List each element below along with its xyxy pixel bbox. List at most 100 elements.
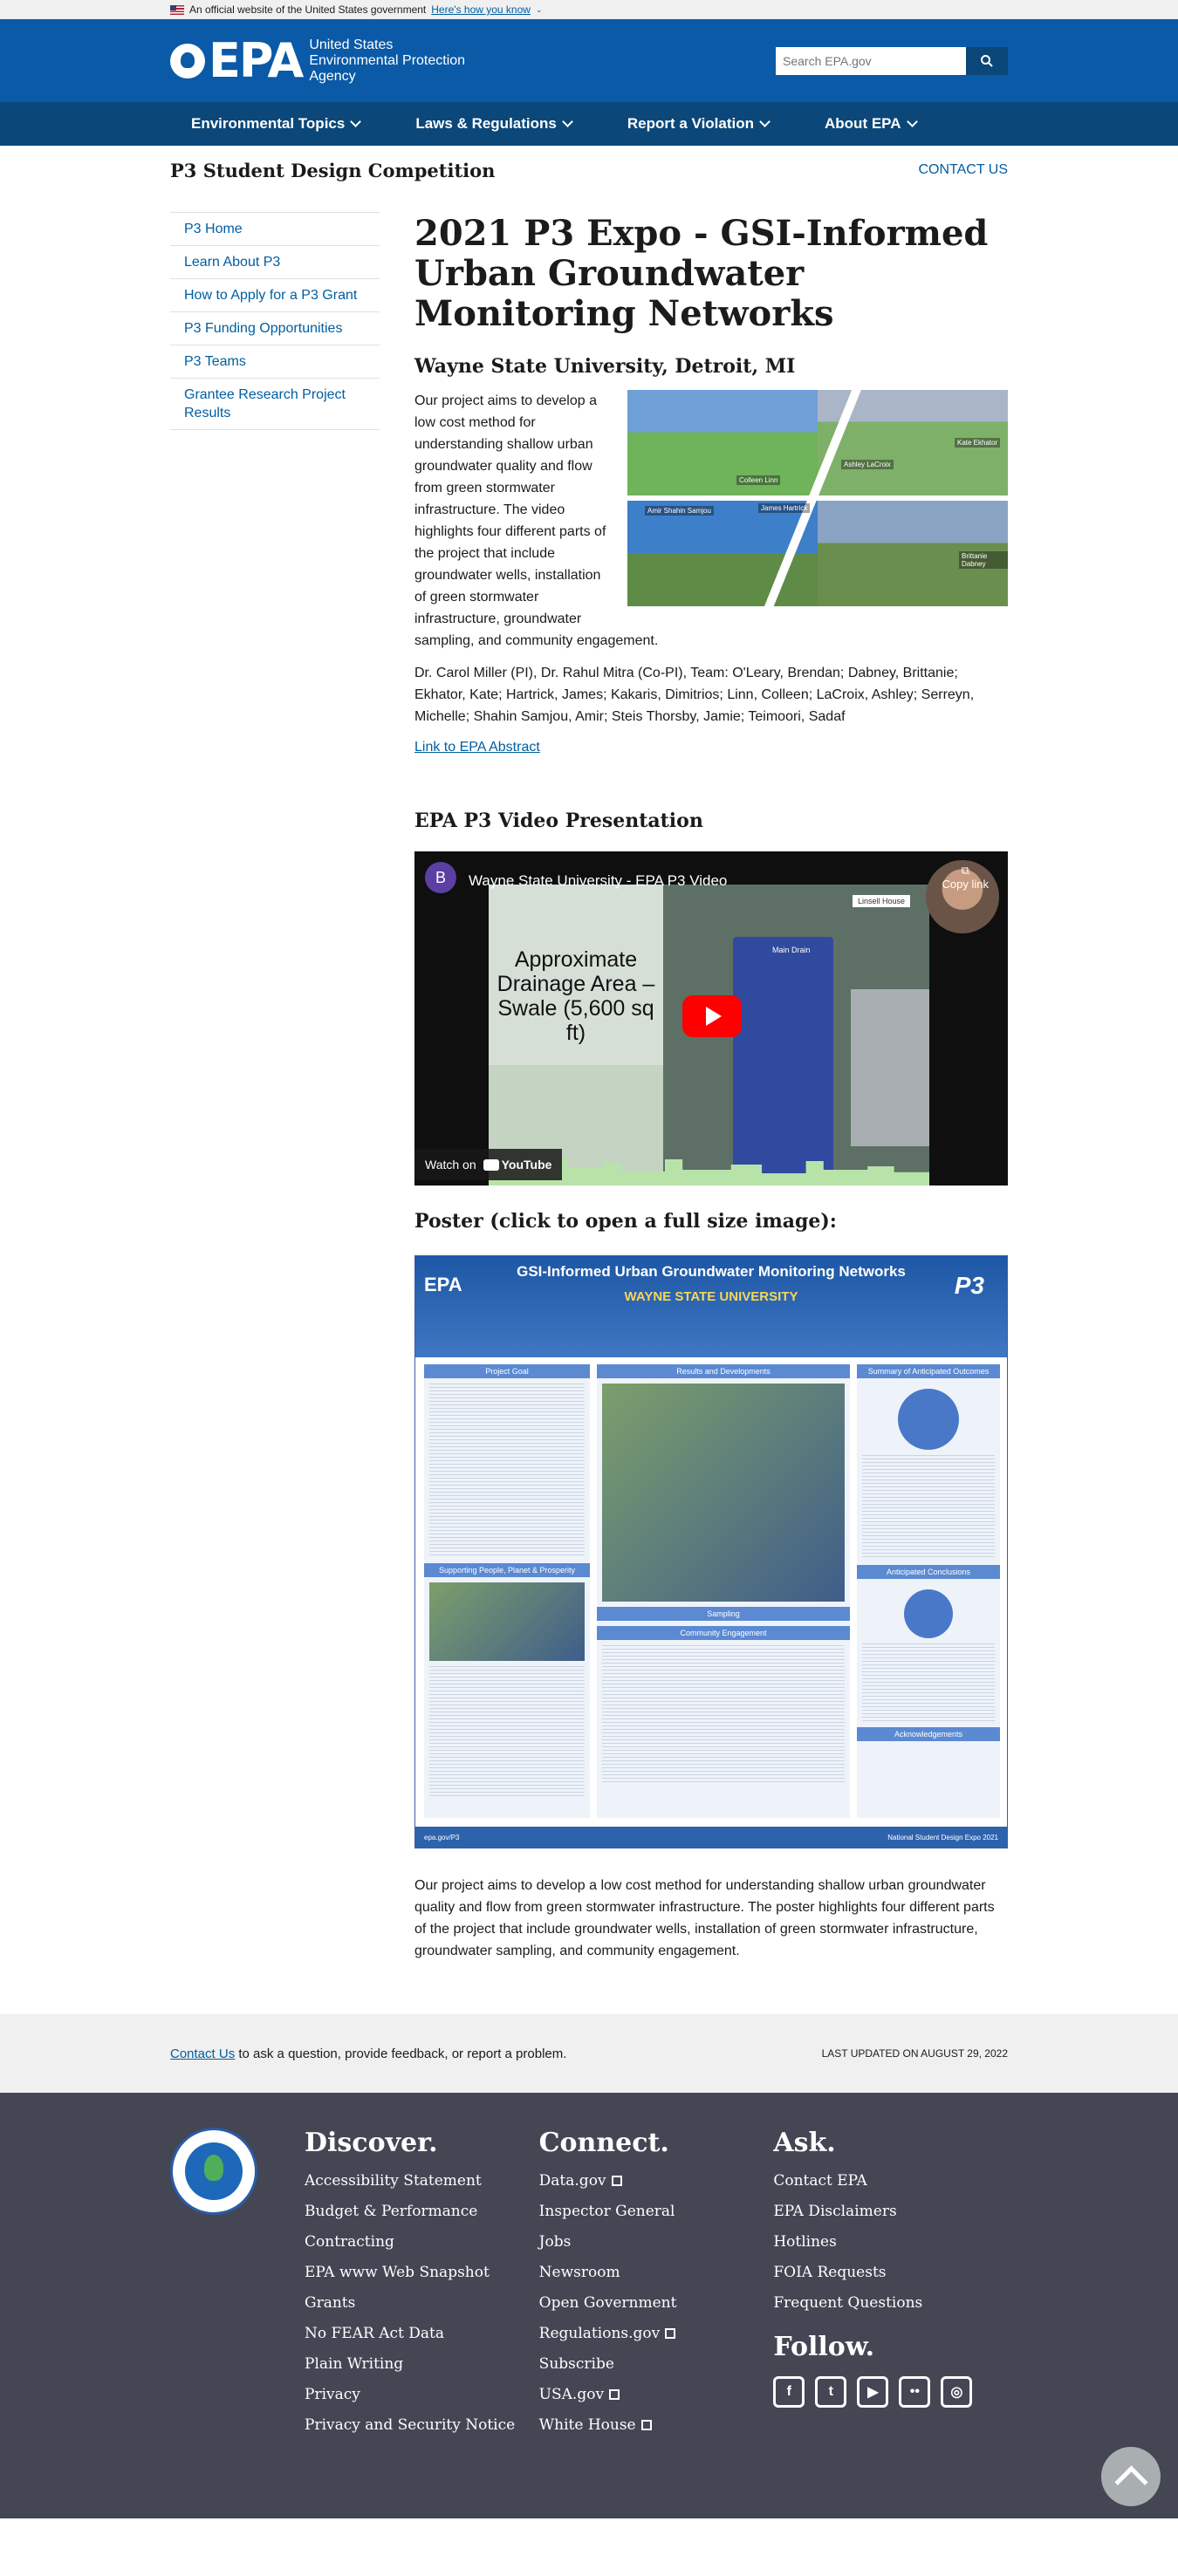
youtube-icon[interactable]: ▶ [857,2376,889,2408]
chevron-down-icon [906,116,918,127]
instagram-icon[interactable]: ◎ [941,2376,973,2408]
sidebar-item-funding-opportunities[interactable]: P3 Funding Opportunities [170,311,380,345]
footer-ask: Ask. Contact EPA EPA Disclaimers Hotline… [773,2128,1008,2447]
epa-logo[interactable]: EPA United States Environmental Protecti… [170,37,466,85]
footer-link[interactable]: No FEAR Act Data [305,2325,539,2343]
map-label: Linsell House [852,895,910,907]
poster-description: Our project aims to develop a low cost m… [414,1878,995,1958]
contact-us-link[interactable]: CONTACT US [918,162,1008,178]
watch-on-youtube-button[interactable]: Watch on YouTube [414,1149,563,1180]
site-footer: Discover. Accessibility Statement Budget… [0,2093,1178,2518]
video-title[interactable]: Wayne State University - EPA P3 Video [469,872,727,890]
external-link-icon [611,2176,622,2186]
photo-caption: Brittanie Dabney [959,551,1008,569]
channel-avatar[interactable]: B [425,862,456,893]
microsite-title[interactable]: P3 Student Design Competition [170,160,495,181]
team-members: Dr. Carol Miller (PI), Dr. Rahul Mitra (… [414,666,975,724]
footer-link[interactable]: Inspector General [539,2203,774,2221]
footer-link[interactable]: Newsroom [539,2264,774,2282]
footer-link[interactable]: Budget & Performance [305,2203,539,2221]
back-to-top-button[interactable] [1101,2447,1161,2506]
footer-link[interactable]: Privacy and Security Notice [305,2416,539,2435]
footer-connect: Connect. Data.gov Inspector General Jobs… [539,2128,774,2447]
flickr-icon[interactable]: •• [899,2376,931,2408]
search-button[interactable] [966,46,1008,75]
sidebar-nav: P3 Home Learn About P3 How to Apply for … [170,212,380,2014]
footer-discover: Discover. Accessibility Statement Budget… [305,2128,539,2447]
sidebar-item-grantee-results[interactable]: Grantee Research Project Results [170,378,380,430]
copy-link-button[interactable]: ⧉ Copy link [942,864,989,891]
social-links: f t ▶ •• ◎ [773,2376,1008,2408]
gov-banner: An official website of the United States… [0,0,1178,19]
sidebar-item-how-to-apply[interactable]: How to Apply for a P3 Grant [170,278,380,311]
external-link-icon [640,2420,652,2430]
chevron-down-icon: ⌄ [535,4,543,14]
site-header: EPA United States Environmental Protecti… [0,19,1178,102]
slide-text: Approximate Drainage Area – Swale (5,600… [497,947,655,1045]
footer-link[interactable]: Frequent Questions [773,2294,1008,2313]
main-content: 2021 P3 Expo - GSI-Informed Urban Ground… [414,212,1008,2014]
chevron-down-icon [561,116,573,127]
page-footer-bar: Contact Us to ask a question, provide fe… [0,2014,1178,2093]
play-button[interactable] [682,995,742,1037]
footer-link[interactable]: Contracting [305,2233,539,2251]
external-link-icon [665,2328,676,2339]
poster-footer-event: National Student Design Expo 2021 [887,1833,998,1841]
agency-name: United States Environmental Protection A… [309,37,466,84]
contact-us-footer-link[interactable]: Contact Us [170,2046,235,2061]
footer-link[interactable]: Privacy [305,2386,539,2404]
footer-link[interactable]: Contact EPA [773,2172,1008,2190]
poster-footer-url: epa.gov/P3 [424,1833,460,1841]
page-title: 2021 P3 Expo - GSI-Informed Urban Ground… [414,213,989,334]
poster-section: Project Goal [424,1364,590,1378]
photo-caption: James Hartrick [758,503,811,513]
footer-link[interactable]: EPA www Web Snapshot [305,2264,539,2282]
search-input[interactable] [776,46,966,75]
footer-link[interactable]: Regulations.gov [539,2325,774,2343]
page-subtitle: Wayne State University, Detroit, MI [414,355,796,378]
epa-flower-icon [170,43,205,79]
poster-heading: Poster (click to open a full size image)… [414,1210,837,1233]
footer-link[interactable]: Accessibility Statement [305,2172,539,2190]
facebook-icon[interactable]: f [773,2376,805,2408]
poster-section: Summary of Anticipated Outcomes [857,1364,1000,1378]
sidebar-item-p3-teams[interactable]: P3 Teams [170,345,380,378]
poster-section: Anticipated Conclusions [857,1565,1000,1579]
video-heading: EPA P3 Video Presentation [414,810,703,832]
nav-environmental-topics[interactable]: Environmental Topics [191,115,362,133]
chevron-down-icon [759,116,770,127]
footer-link[interactable]: Hotlines [773,2233,1008,2251]
footer-link[interactable]: EPA Disclaimers [773,2203,1008,2221]
nav-about-epa[interactable]: About EPA [825,115,918,133]
footer-link[interactable]: White House [539,2416,774,2435]
photo-caption: Ashley LaCroix [841,460,894,469]
epa-abstract-link[interactable]: Link to EPA Abstract [414,740,540,755]
chevron-down-icon [350,116,362,127]
twitter-icon[interactable]: t [815,2376,847,2408]
last-updated-date: LAST UPDATED ON AUGUST 29, 2022 [821,2047,1008,2060]
footer-link[interactable]: Data.gov [539,2172,774,2190]
footer-link[interactable]: USA.gov [539,2386,774,2404]
heres-how-you-know-link[interactable]: Here's how you know [431,3,531,16]
us-flag-icon [170,4,184,15]
poster-p3-badge: P3 [954,1272,984,1299]
nav-laws-regulations[interactable]: Laws & Regulations [415,115,573,133]
footer-link[interactable]: FOIA Requests [773,2264,1008,2282]
poster-image-link[interactable]: EPA GSI-Informed Urban Groundwater Monit… [414,1255,1008,1848]
external-link-icon [609,2389,620,2400]
contact-prompt: Contact Us to ask a question, provide fe… [170,2046,567,2061]
footer-link[interactable]: Plain Writing [305,2355,539,2374]
sidebar-item-learn-about-p3[interactable]: Learn About P3 [170,245,380,278]
footer-link[interactable]: Subscribe [539,2355,774,2374]
main-nav: Environmental Topics Laws & Regulations … [0,102,1178,146]
nav-report-violation[interactable]: Report a Violation [627,115,770,133]
search-form [776,46,1008,75]
footer-link[interactable]: Open Government [539,2294,774,2313]
poster-section: Sampling [597,1607,850,1621]
sidebar-item-p3-home[interactable]: P3 Home [170,212,380,245]
video-player[interactable]: Linsell House Main Drain Approximate Dra… [414,851,1008,1186]
poster-section: Community Engagement [597,1626,850,1640]
poster-section: Results and Developments [597,1364,850,1378]
footer-link[interactable]: Jobs [539,2233,774,2251]
footer-link[interactable]: Grants [305,2294,539,2313]
